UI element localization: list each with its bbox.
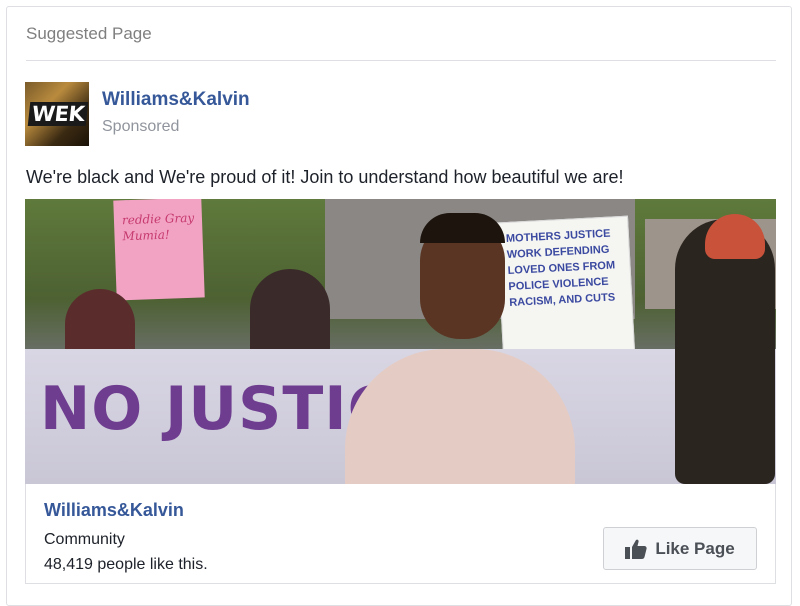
header-divider [26,60,776,61]
link-page-name[interactable]: Williams&Kalvin [44,500,184,521]
thumbs-up-icon [625,539,647,559]
like-page-button-label: Like Page [655,538,735,558]
post-text: We're black and We're proud of it! Join … [26,167,624,187]
suggested-page-card: Suggested Page WEK Williams&Kalvin Spons… [6,6,792,606]
page-avatar[interactable]: WEK [25,82,89,146]
image-speaker-hair [420,213,505,243]
page-link-card: Williams&Kalvin Community 48,419 people … [25,484,776,584]
protest-banner-text: NO JUSTIC [40,374,393,444]
sponsored-label[interactable]: Sponsored [102,118,179,136]
link-page-likes: 48,419 people like this. [44,556,208,573]
protest-sign-pink: reddie Gray Mumia! [113,199,205,301]
page-name-link[interactable]: Williams&Kalvin [102,89,250,111]
link-page-category: Community [44,531,125,548]
protest-sign-pink-text: reddie Gray Mumia! [121,210,195,244]
protest-sign-white-text: MOTHERS JUSTICE WORK DEFENDING LOVED ONE… [505,227,616,309]
post-image[interactable]: reddie Gray Mumia! MOTHERS JUSTICE WORK … [25,199,776,484]
suggested-page-header: Suggested Page [26,24,152,43]
avatar-logo-text: WEK [27,102,89,126]
like-page-button[interactable]: Like Page [603,527,757,570]
